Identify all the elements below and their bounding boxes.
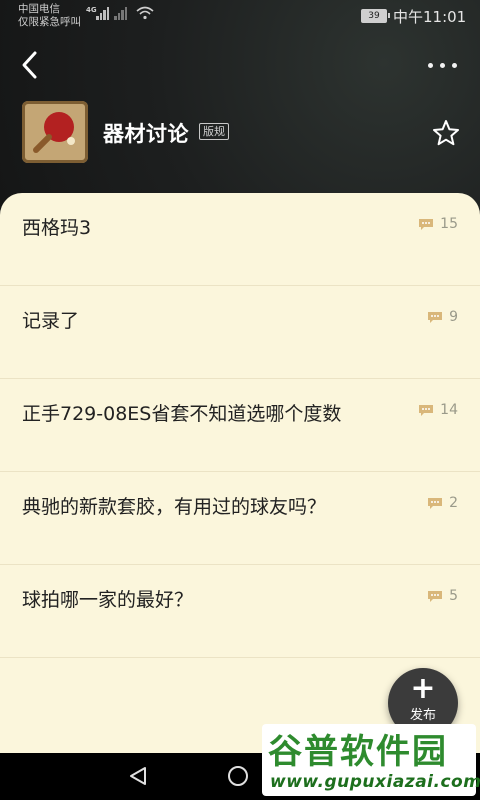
comment-bubble-icon [428,590,443,602]
post-title: 西格玛3 [22,217,92,239]
comment-count: 2 [427,495,458,511]
comment-bubble-icon [419,218,434,230]
carrier-info: 中国电信 仅限紧急呼叫 [18,3,81,29]
carrier-name: 中国电信 [18,3,60,15]
list-item[interactable]: 记录了 9 [0,286,480,379]
comment-count: 14 [418,402,458,418]
comment-count: 5 [427,588,458,604]
watermark-title: 谷普软件园 [268,732,448,772]
comment-bubble-icon [428,311,443,323]
watermark-logo: 谷普软件园 www.gupuxiazai.com [262,724,480,796]
comment-count-value: 5 [449,588,458,604]
rules-button[interactable]: 版规 [199,123,229,140]
post-list: 西格玛3 15 记录了 9 正手729-08ES省套不知道选哪个度数 14 典驰… [0,193,480,753]
forum-title: 器材讨论 [103,122,189,146]
comment-count: 15 [418,216,458,232]
signal-icon [96,6,109,20]
wifi-icon [136,6,154,20]
ping-pong-paddle-icon [22,101,88,163]
plus-icon: + [410,671,436,706]
list-item[interactable]: 西格玛3 15 [0,193,480,286]
comment-count-value: 2 [449,495,458,511]
signal-icon-2 [114,6,127,20]
status-bar: 中国电信 仅限紧急呼叫 4G 39 中午11:01 [0,0,480,30]
battery-icon: 39 [361,9,390,23]
post-title: 球拍哪一家的最好？ [22,589,194,611]
nav-back-icon[interactable] [128,766,148,786]
publish-label: 发布 [409,708,436,723]
star-outline-icon[interactable] [432,119,460,147]
post-title: 记录了 [22,310,80,332]
comment-count: 9 [427,309,458,325]
comment-count-value: 15 [440,216,458,232]
chevron-left-icon[interactable] [18,50,42,80]
list-item[interactable]: 正手729-08ES省套不知道选哪个度数 14 [0,379,480,472]
comment-count-value: 14 [440,402,458,418]
list-item[interactable]: 典驰的新款套胶，有用过的球友吗？ 2 [0,472,480,565]
carrier-status: 仅限紧急呼叫 [18,16,81,28]
comment-count-value: 9 [449,309,458,325]
list-item[interactable]: 球拍哪一家的最好？ 5 [0,565,480,658]
comment-bubble-icon [419,404,434,416]
nav-home-icon[interactable] [228,766,248,786]
clock: 中午11:01 [393,8,467,26]
watermark-url: www.gupuxiazai.com [270,772,480,792]
comment-bubble-icon [428,497,443,509]
post-title: 正手729-08ES省套不知道选哪个度数 [22,403,342,425]
post-title: 典驰的新款套胶，有用过的球友吗？ [22,496,327,518]
more-dots-icon[interactable] [428,58,468,72]
